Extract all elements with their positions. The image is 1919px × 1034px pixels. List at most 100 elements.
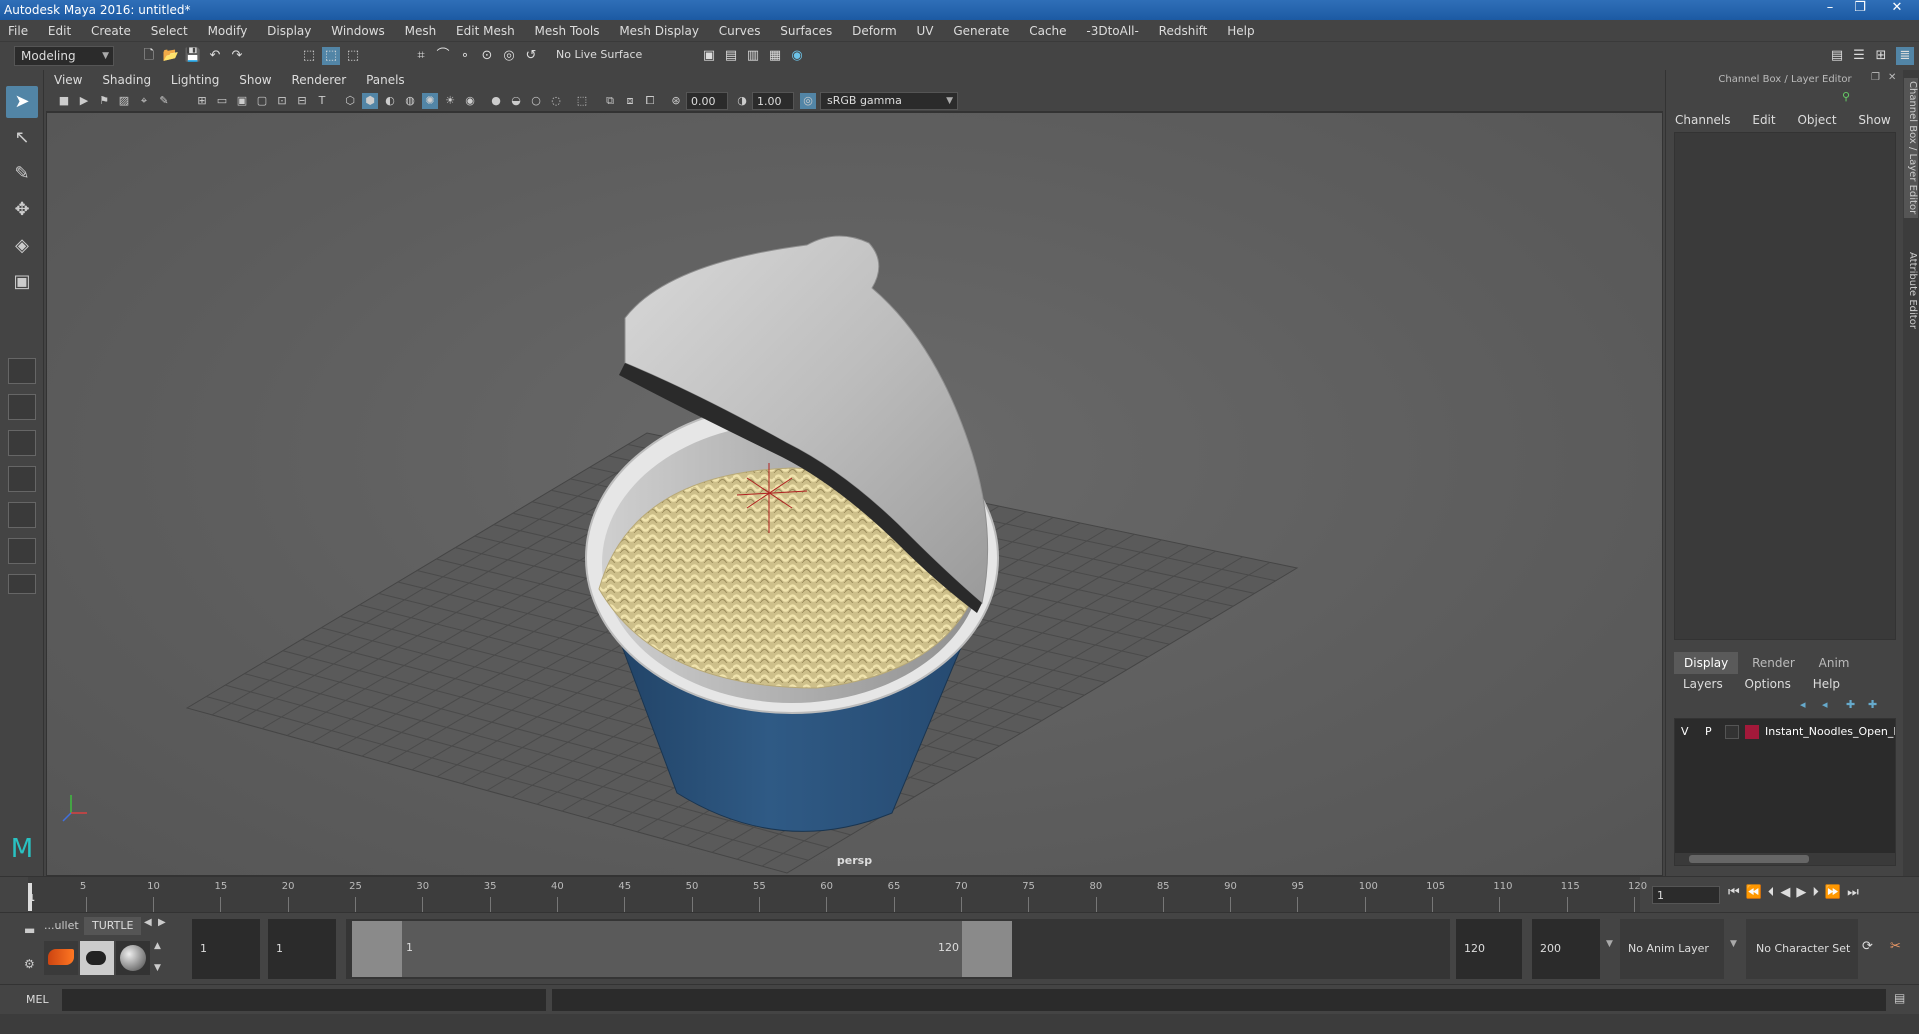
cb-menu-edit[interactable]: Edit: [1743, 110, 1784, 130]
tab-display[interactable]: Display: [1674, 652, 1739, 674]
float-panel-icon[interactable]: ❐: [1871, 72, 1880, 83]
shelf-tab-bullet[interactable]: ...ullet: [40, 917, 83, 935]
gamma-field[interactable]: 1.00: [752, 92, 794, 110]
move-layer-down-icon[interactable]: ◂: [1822, 698, 1828, 711]
new-scene-icon[interactable]: 🗋: [140, 47, 158, 65]
menu-file[interactable]: File: [0, 20, 36, 42]
select-object-icon[interactable]: ⬚: [322, 47, 340, 65]
modeling-toolkit-icon[interactable]: ⊞: [1872, 47, 1890, 65]
live-surface-label[interactable]: No Live Surface: [556, 48, 642, 61]
cb-menu-show[interactable]: Show: [1849, 110, 1899, 130]
move-tool-icon[interactable]: ✥: [6, 194, 38, 226]
bookmark-icon[interactable]: ⚑: [96, 93, 112, 109]
vp-menu-lighting[interactable]: Lighting: [163, 70, 228, 90]
close-icon[interactable]: ✕: [1880, 0, 1914, 18]
snap-view-icon[interactable]: ⊙: [478, 47, 496, 65]
xray-icon[interactable]: ◌: [548, 93, 564, 109]
exposure-icon[interactable]: ⊛: [668, 93, 684, 109]
safe-action-icon[interactable]: ⊡: [274, 93, 290, 109]
range-slider-bar[interactable]: [402, 921, 962, 977]
menu-uv[interactable]: UV: [909, 20, 942, 42]
vp-menu-shading[interactable]: Shading: [94, 70, 159, 90]
step-back-key-icon[interactable]: ⏪: [1746, 885, 1768, 900]
title-safe-icon[interactable]: T: [314, 93, 330, 109]
shelf-scroll-right-icon[interactable]: ▶: [158, 917, 166, 928]
ipr-render-icon[interactable]: ▥: [744, 47, 762, 65]
outliner-toggle-icon[interactable]: ☰: [1850, 47, 1868, 65]
menu-redshift[interactable]: Redshift: [1151, 20, 1216, 42]
menu-set-dropdown[interactable]: Modeling ▼: [14, 46, 114, 66]
menu-edit[interactable]: Edit: [40, 20, 79, 42]
layer-menu-layers[interactable]: Layers: [1674, 674, 1732, 694]
hypershade-layout-icon[interactable]: [8, 538, 36, 564]
close-panel-icon[interactable]: ✕: [1888, 72, 1896, 83]
shelf-up-icon[interactable]: ▲: [154, 941, 161, 951]
menu-mesh-tools[interactable]: Mesh Tools: [527, 20, 608, 42]
time-slider-ticks[interactable]: 1 5 10 15 20 25 30 35 40 45 50 55 60 65 70 75 80 85 90 95 1…: [28, 877, 1647, 913]
smooth-shade-icon[interactable]: ⬢: [362, 93, 378, 109]
cb-menu-object[interactable]: Object: [1788, 110, 1845, 130]
color-management-icon[interactable]: ◎: [800, 93, 816, 109]
film-gate-icon[interactable]: ⌖: [136, 93, 152, 109]
menu-3dtoall[interactable]: -3DtoAll-: [1078, 20, 1146, 42]
new-layer-icon[interactable]: ✚: [1846, 698, 1855, 711]
select-tool-icon[interactable]: ➤: [6, 86, 38, 118]
hypershade-icon[interactable]: ◉: [788, 47, 806, 65]
view-transform-dropdown[interactable]: sRGB gamma ▼: [820, 92, 958, 110]
go-to-start-icon[interactable]: ⏮: [1728, 885, 1746, 900]
rotate-tool-icon[interactable]: ◈: [6, 230, 38, 262]
animation-prefs-icon[interactable]: ✂: [1890, 939, 1901, 954]
grid-toggle-icon[interactable]: ⊞: [194, 93, 210, 109]
isolate-select-icon[interactable]: ⬚: [574, 93, 590, 109]
render-settings-icon[interactable]: ▣: [700, 47, 718, 65]
layer-color-swatch[interactable]: [1745, 725, 1759, 739]
snap-live-icon[interactable]: ↺: [522, 47, 540, 65]
shelf-tab-turtle[interactable]: TURTLE: [84, 917, 142, 935]
menu-deform[interactable]: Deform: [844, 20, 905, 42]
vp-menu-show[interactable]: Show: [231, 70, 279, 90]
menu-mesh-display[interactable]: Mesh Display: [611, 20, 707, 42]
menu-create[interactable]: Create: [83, 20, 139, 42]
xray-active-icon[interactable]: ⧈: [622, 93, 638, 109]
use-all-lights-icon[interactable]: ✺: [422, 93, 438, 109]
gamma-icon[interactable]: ◑: [734, 93, 750, 109]
play-backwards-icon[interactable]: ◀: [1780, 885, 1796, 900]
anim-layer-dropdown[interactable]: No Anim Layer: [1620, 919, 1724, 979]
range-slider[interactable]: 1 120: [346, 919, 1450, 979]
gate-mask-icon[interactable]: ▣: [234, 93, 250, 109]
range-end-handle[interactable]: [962, 921, 1012, 977]
layer-display-type[interactable]: [1725, 725, 1739, 739]
turtle-sphere-icon[interactable]: [116, 941, 150, 975]
render-view-icon[interactable]: ▦: [766, 47, 784, 65]
menu-generate[interactable]: Generate: [945, 20, 1017, 42]
safe-title-icon[interactable]: ⊟: [294, 93, 310, 109]
turtle-bake-icon[interactable]: [80, 941, 114, 975]
snap-point-icon[interactable]: ∘: [456, 47, 474, 65]
anim-layer-arrow-icon[interactable]: ▼: [1730, 939, 1737, 949]
menu-surfaces[interactable]: Surfaces: [772, 20, 840, 42]
playback-start-field[interactable]: 1: [268, 919, 336, 979]
shelf-down-icon[interactable]: ▼: [154, 963, 161, 973]
shelf-scroll-left-icon[interactable]: ◀: [144, 917, 152, 928]
undo-icon[interactable]: ↶: [206, 47, 224, 65]
menu-cache[interactable]: Cache: [1021, 20, 1074, 42]
layer-playback-toggle[interactable]: P: [1705, 725, 1712, 738]
exposure-field[interactable]: 0.00: [686, 92, 728, 110]
layer-name[interactable]: Instant_Noodles_Open_l: [1765, 725, 1895, 738]
layout-options-icon[interactable]: [8, 574, 36, 594]
scale-tool-icon[interactable]: ▣: [6, 266, 38, 298]
shelf-settings-icon[interactable]: ⚙: [24, 957, 35, 971]
four-view-layout-icon[interactable]: [8, 394, 36, 420]
menu-help[interactable]: Help: [1219, 20, 1262, 42]
side-tab-attribute-editor[interactable]: Attribute Editor: [1904, 240, 1918, 340]
vp-menu-renderer[interactable]: Renderer: [283, 70, 354, 90]
open-scene-icon[interactable]: 📂: [162, 47, 180, 65]
mel-input[interactable]: [62, 989, 546, 1011]
camera-icon[interactable]: ■: [56, 93, 72, 109]
current-frame-field[interactable]: 1: [1652, 886, 1720, 904]
step-forward-frame-icon[interactable]: ⏵: [1812, 885, 1825, 900]
wireframe-icon[interactable]: ⬡: [342, 93, 358, 109]
vp-menu-view[interactable]: View: [46, 70, 90, 90]
camera-attributes-icon[interactable]: ▶: [76, 93, 92, 109]
persp-outliner-layout-icon[interactable]: [8, 502, 36, 528]
